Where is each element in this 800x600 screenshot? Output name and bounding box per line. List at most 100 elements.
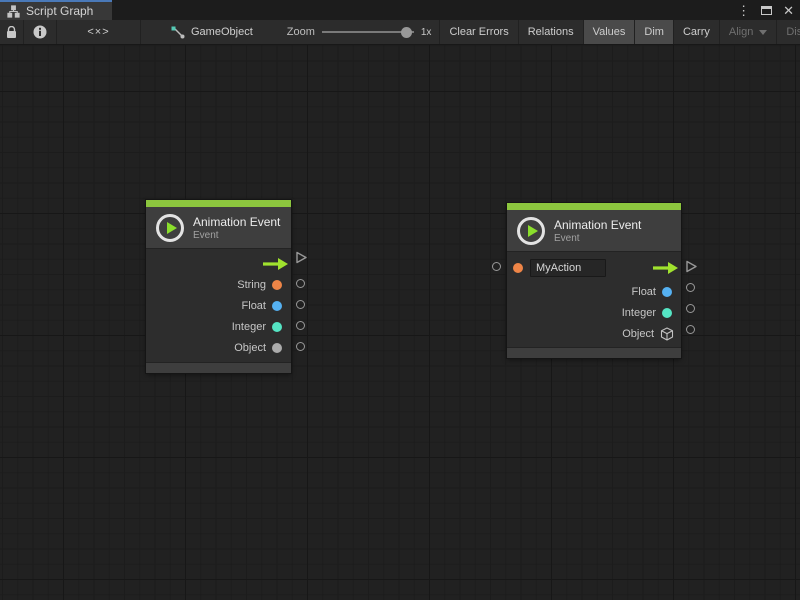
string-input-connector-port[interactable] [492,262,501,271]
node-header[interactable]: Animation Event Event [507,210,681,252]
close-icon[interactable]: ✕ [783,4,794,17]
port-row-float[interactable]: Float [507,281,681,302]
port-row-integer[interactable]: Integer [507,302,681,323]
exec-output-row[interactable] [146,253,291,274]
distribute-dropdown[interactable]: Distribute [777,20,800,44]
tab-label: Script Graph [26,4,93,18]
name-input[interactable] [530,259,606,277]
port-label: Object [234,342,266,354]
exec-connector-port[interactable] [685,260,698,278]
play-triangle-icon [528,225,538,237]
zoom-slider[interactable] [322,26,414,38]
node-title: Animation Event [193,215,280,229]
port-dot-string[interactable] [272,280,282,290]
port-label: Float [632,286,656,298]
port-dot-float[interactable] [662,287,672,297]
exec-triangle-icon [685,260,698,273]
maximize-icon[interactable] [761,6,772,15]
variables-button[interactable]: <×> [57,20,141,44]
port-label: Float [242,300,266,312]
info-icon [33,25,47,39]
port-dot-string[interactable] [513,263,523,273]
button-label: Clear Errors [449,26,508,38]
cube-icon [660,327,674,341]
button-label: Dim [644,26,664,38]
data-connector-port[interactable] [296,342,305,351]
lock-icon [6,26,17,39]
node-body: Float Integer Object [507,252,681,347]
clear-errors-button[interactable]: Clear Errors [439,20,518,44]
port-label: Integer [622,307,656,319]
button-label: Carry [683,26,710,38]
node-body: String Float Integer Object [146,249,291,362]
port-row-integer[interactable]: Integer [146,316,291,337]
zoom-slider-handle[interactable] [401,27,412,38]
port-row-float[interactable]: Float [146,295,291,316]
data-connector-port[interactable] [686,304,695,313]
window-controls: ⋮ ✕ [737,0,794,20]
script-graph-window: Script Graph ⋮ ✕ <×> [0,0,800,600]
chevron-down-icon [759,30,767,35]
exec-connector-port[interactable] [295,251,308,269]
port-dot-object[interactable] [272,343,282,353]
node-accent-bar [507,203,681,210]
info-button[interactable] [24,20,57,44]
zoom-control: Zoom 1x [279,20,440,44]
graph-toolbar: <×> GameObject Zoom 1x Clear Errors Rela… [0,20,800,45]
lock-button[interactable] [0,20,24,44]
port-dot-integer[interactable] [272,322,282,332]
port-row-object[interactable]: Object [507,323,681,344]
node-footer [507,347,681,358]
play-icon [156,214,184,242]
port-dot-integer[interactable] [662,308,672,318]
exec-arrow-icon [263,258,288,270]
button-label: Align [729,26,753,38]
data-connector-port[interactable] [296,321,305,330]
zoom-level: 1x [421,27,432,38]
variables-icon: <×> [87,26,109,38]
carry-button[interactable]: Carry [674,20,720,44]
title-bar: Script Graph ⋮ ✕ [0,0,800,20]
graph-canvas[interactable]: Animation Event Event String Float [0,45,800,600]
button-label: Values [593,26,626,38]
graph-icon [7,5,20,18]
port-dot-float[interactable] [272,301,282,311]
exec-arrow-icon [653,262,678,274]
port-row-string[interactable]: String [146,274,291,295]
data-connector-port[interactable] [296,300,305,309]
connection-icon [171,26,185,39]
dim-button[interactable]: Dim [635,20,674,44]
play-triangle-icon [167,222,177,234]
node-animation-event-1[interactable]: Animation Event Event String Float [146,200,291,373]
align-dropdown[interactable]: Align [720,20,777,44]
string-input-row[interactable] [507,255,681,281]
node-animation-event-2[interactable]: Animation Event Event Float [507,203,681,358]
port-label: Integer [232,321,266,333]
gameobject-label: GameObject [191,26,253,38]
gameobject-selector[interactable]: GameObject [163,20,261,44]
toolbar-gap [261,20,279,44]
zoom-label: Zoom [287,26,315,38]
exec-triangle-icon [295,251,308,264]
play-icon [517,217,545,245]
node-subtitle: Event [554,233,641,244]
toolbar-gap [141,20,163,44]
node-accent-bar [146,200,291,207]
port-label: Object [622,328,654,340]
relations-button[interactable]: Relations [519,20,584,44]
node-footer [146,362,291,373]
port-label: String [237,279,266,291]
button-label: Distribute [786,26,800,38]
exec-output-port[interactable] [653,262,678,274]
data-connector-port[interactable] [296,279,305,288]
data-connector-port[interactable] [686,325,695,334]
button-label: Relations [528,26,574,38]
port-row-object[interactable]: Object [146,337,291,358]
values-button[interactable]: Values [584,20,636,44]
node-subtitle: Event [193,230,280,241]
menu-kebab-icon[interactable]: ⋮ [737,4,750,17]
node-title: Animation Event [554,218,641,232]
node-header[interactable]: Animation Event Event [146,207,291,249]
data-connector-port[interactable] [686,283,695,292]
tab-script-graph[interactable]: Script Graph [0,0,112,20]
